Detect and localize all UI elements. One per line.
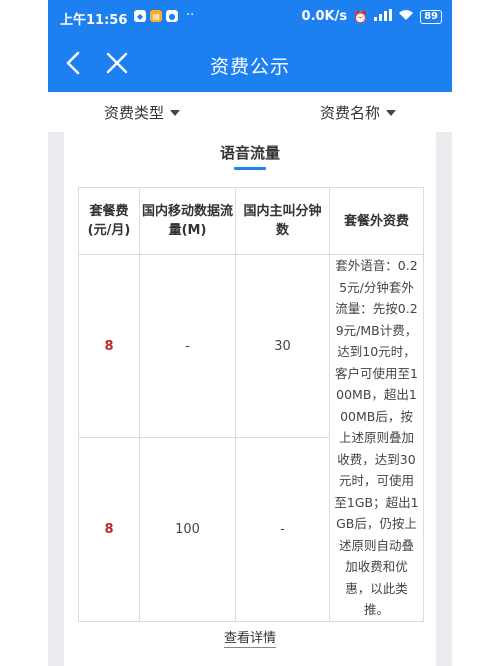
table-header-row: 套餐费 (元/月) 国内移动数据流量(M) 国内主叫分钟数 套餐外资费 bbox=[78, 187, 424, 255]
wifi-icon bbox=[398, 9, 414, 24]
caret-down-icon bbox=[386, 109, 397, 116]
page-title: 资费公示 bbox=[209, 56, 290, 78]
left-margin bbox=[0, 0, 48, 666]
view-details-link[interactable]: 查看详情 bbox=[223, 631, 276, 648]
file-app-icon: ▤ bbox=[150, 10, 162, 22]
tab-underline bbox=[234, 167, 266, 170]
notification-icons: ◆ ▤ ● bbox=[134, 10, 178, 22]
table-row: 8 - 30 套外语音：0.25元/分钟套外流量：先按0.29元/MB计费，达到… bbox=[78, 253, 424, 622]
detail-link-wrapper: 查看详情 bbox=[64, 627, 436, 648]
right-margin bbox=[452, 0, 500, 666]
fee-name-dropdown[interactable]: 资费名称 bbox=[320, 102, 397, 123]
caret-down-icon bbox=[170, 109, 181, 116]
nav-bar: 资费公示 bbox=[48, 36, 452, 92]
fee-type-dropdown[interactable]: 资费类型 bbox=[104, 102, 181, 123]
battery-icon: 89 bbox=[420, 9, 442, 24]
tab-voice-data[interactable]: 语音流量 bbox=[64, 142, 436, 163]
status-time: 上午11:56 bbox=[60, 13, 128, 28]
cell-fee: 8 bbox=[78, 437, 140, 622]
more-notifications-icon: ·· bbox=[186, 8, 195, 23]
cell-minutes: 30 bbox=[235, 253, 330, 439]
shield-app-icon: ◆ bbox=[134, 10, 146, 22]
header-domestic-data: 国内移动数据流量(M) bbox=[139, 187, 236, 255]
status-bar: 上午11:56 ◆ ▤ ● ·· 0.0K/s ⏰ 89 bbox=[48, 0, 452, 36]
tariff-card: 语音流量 套餐费 (元/月) 国内移动数据流量(M) 国内主叫分钟数 套餐外资费… bbox=[64, 132, 436, 666]
cell-data: - bbox=[139, 253, 236, 439]
network-speed: 0.0K/s bbox=[301, 9, 348, 24]
header-call-minutes: 国内主叫分钟数 bbox=[235, 187, 330, 255]
cell-minutes: - bbox=[235, 437, 330, 622]
qq-app-icon: ● bbox=[166, 10, 178, 22]
cell-data: 100 bbox=[139, 437, 236, 622]
status-right: 0.0K/s ⏰ 89 bbox=[302, 9, 442, 24]
tariff-table: 套餐费 (元/月) 国内移动数据流量(M) 国内主叫分钟数 套餐外资费 8 - … bbox=[78, 187, 424, 622]
header-extra-fee: 套餐外资费 bbox=[329, 187, 424, 255]
alarm-icon: ⏰ bbox=[353, 9, 369, 24]
phone-screen: 上午11:56 ◆ ▤ ● ·· 0.0K/s ⏰ 89 资费公示 资费类型 资… bbox=[48, 0, 452, 666]
filter-bar: 资费类型 资费名称 bbox=[48, 92, 452, 132]
cell-extra-fee: 套外语音：0.25元/分钟套外流量：先按0.29元/MB计费，达到10元时，客户… bbox=[329, 254, 424, 622]
cell-fee: 8 bbox=[78, 253, 140, 439]
fee-name-label: 资费名称 bbox=[320, 104, 381, 122]
header-monthly-fee: 套餐费 (元/月) bbox=[78, 187, 140, 255]
signal-icon bbox=[374, 9, 393, 24]
fee-type-label: 资费类型 bbox=[104, 104, 165, 122]
